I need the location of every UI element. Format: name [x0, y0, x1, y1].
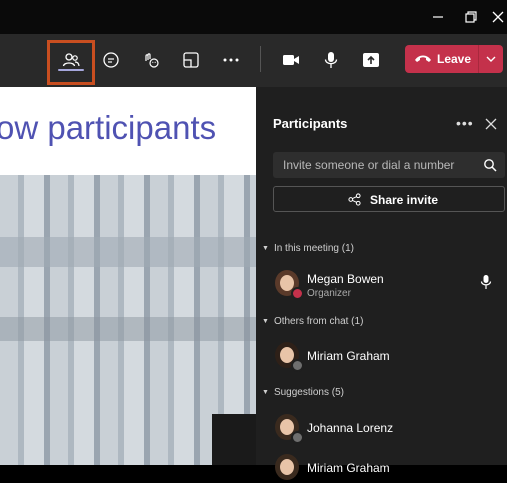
shared-content-stage: ow participants	[0, 87, 256, 465]
minimize-icon	[433, 16, 443, 18]
chat-icon	[103, 52, 119, 68]
rooms-icon	[183, 52, 199, 68]
microphone-icon	[324, 52, 338, 68]
participants-panel: Participants ••• Share invite ▼ In this m…	[256, 87, 507, 480]
restore-button[interactable]	[462, 8, 480, 26]
toolbar-divider	[260, 46, 261, 72]
close-icon[interactable]	[484, 117, 498, 131]
participant-partial[interactable]: Miriam Graham	[273, 453, 505, 483]
chevron-down-icon[interactable]	[483, 51, 499, 67]
participant-name: Miriam Graham	[307, 461, 390, 475]
status-offline-icon	[291, 431, 304, 444]
participant-name: Miriam Graham	[307, 349, 390, 363]
invite-search-box[interactable]	[273, 152, 505, 178]
share-screen-icon	[363, 53, 379, 67]
restore-icon	[465, 11, 477, 23]
microphone-icon	[480, 275, 492, 289]
leave-divider	[478, 45, 479, 73]
background-dark-block	[212, 414, 256, 465]
slide-title-banner: ow participants	[0, 87, 256, 175]
section-others-from-chat[interactable]: ▼ Others from chat (1)	[262, 316, 363, 327]
section-suggestions[interactable]: ▼ Suggestions (5)	[262, 387, 344, 398]
close-icon	[492, 11, 504, 23]
leave-label: Leave	[437, 52, 472, 66]
more-actions-button[interactable]	[215, 44, 247, 76]
participant-johanna-lorenz[interactable]: Johanna Lorenz	[273, 413, 505, 444]
more-options-icon[interactable]: •••	[456, 115, 474, 131]
microphone-button[interactable]	[315, 44, 347, 76]
minimize-button[interactable]	[429, 8, 447, 26]
share-invite-label: Share invite	[370, 193, 439, 207]
background-band	[0, 237, 256, 267]
leave-button[interactable]: Leave	[405, 45, 503, 73]
hang-up-icon	[415, 55, 431, 62]
reactions-icon	[145, 53, 159, 68]
section-label: Suggestions (5)	[273, 387, 344, 398]
panel-title: Participants	[273, 116, 348, 131]
status-busy-icon	[291, 287, 304, 300]
more-icon	[223, 58, 239, 62]
participant-role: Organizer	[307, 288, 351, 299]
chat-button[interactable]	[95, 44, 127, 76]
invite-search-input[interactable]	[283, 152, 473, 178]
participant-miriam-graham[interactable]: Miriam Graham	[273, 341, 505, 372]
participant-megan-bowen[interactable]: Megan Bowen Organizer	[273, 269, 505, 300]
avatar	[273, 453, 301, 481]
share-screen-button[interactable]	[355, 44, 387, 76]
share-icon	[348, 193, 361, 206]
reactions-button[interactable]	[135, 44, 167, 76]
slide-title: ow participants	[0, 109, 217, 146]
background-band	[0, 317, 256, 341]
caret-down-icon: ▼	[262, 389, 269, 396]
rooms-button[interactable]	[175, 44, 207, 76]
camera-icon	[283, 55, 299, 65]
caret-down-icon: ▼	[262, 245, 269, 252]
camera-button[interactable]	[275, 44, 307, 76]
share-invite-button[interactable]: Share invite	[273, 186, 505, 212]
participant-name: Megan Bowen	[307, 272, 384, 286]
section-label: Others from chat (1)	[273, 316, 364, 327]
status-offline-icon	[291, 359, 304, 372]
section-in-meeting[interactable]: ▼ In this meeting (1)	[262, 243, 354, 254]
caret-down-icon: ▼	[262, 318, 269, 325]
participant-name: Johanna Lorenz	[307, 421, 394, 435]
close-window-button[interactable]	[489, 8, 507, 26]
title-bar	[0, 0, 507, 34]
search-icon[interactable]	[483, 158, 497, 172]
people-button-highlight	[47, 40, 95, 85]
section-label: In this meeting (1)	[273, 243, 354, 254]
